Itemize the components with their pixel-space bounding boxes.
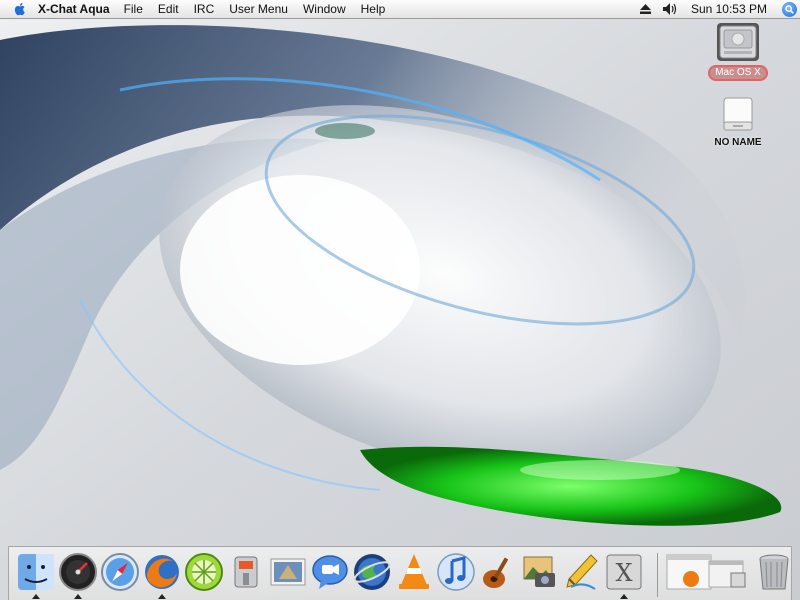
desktop-icon-no-name[interactable]: NO NAME [698,96,778,150]
dock-separator [657,553,658,597]
dock: X [8,546,792,600]
desktop-wallpaper [0,0,800,600]
firefox-icon [145,555,179,589]
menubar-clock[interactable]: Sun 10:53 PM [691,2,767,16]
menu-edit[interactable]: Edit [158,2,179,16]
trash-icon [759,554,789,590]
menu-help[interactable]: Help [361,2,386,16]
ichat-icon [312,555,348,589]
spotlight-icon[interactable] [782,1,797,17]
apple-menu-icon[interactable] [12,1,28,17]
dock-item-minimized-window[interactable] [665,551,751,593]
pen-tool-icon [566,554,598,590]
dock-item-utility[interactable] [225,551,267,593]
finder-icon [18,554,54,590]
menu-irc[interactable]: IRC [194,2,215,16]
dock-item-finder[interactable] [15,551,57,599]
menu-bar: X-Chat Aqua File Edit IRC User Menu Wind… [0,0,800,19]
eject-icon[interactable] [639,4,651,14]
xchat-icon: X [606,554,642,590]
running-indicator [32,594,40,599]
dock-item-trash[interactable] [753,551,795,593]
dock-item-mail[interactable] [267,551,309,593]
itunes-icon [437,553,475,591]
dock-item-safari[interactable] [99,551,141,593]
removable-volume-icon [723,97,753,131]
safari-icon [101,553,139,591]
hard-drive-icon [717,23,759,61]
dock-item-limewire[interactable] [183,551,225,593]
limewire-icon [185,553,223,591]
google-earth-icon [353,554,391,590]
utility-tool-icon [234,556,258,588]
dashboard-icon [59,553,97,591]
desktop-icon-label: Mac OS X [708,65,768,81]
dock-item-dashboard[interactable] [57,551,99,599]
garageband-icon [483,557,509,588]
menu-window[interactable]: Window [303,2,346,16]
dock-item-ichat[interactable] [309,551,351,593]
app-menu[interactable]: X-Chat Aqua [38,2,110,16]
running-indicator [620,594,628,599]
iphoto-icon [523,556,555,587]
dock-item-pen-tool[interactable] [561,551,603,593]
mail-icon [270,558,306,586]
dock-item-google-earth[interactable] [351,551,393,593]
dock-item-firefox[interactable] [141,551,183,599]
desktop-icon-label: NO NAME [714,137,762,148]
dock-item-vlc[interactable] [393,551,435,593]
svg-text:X: X [615,559,632,587]
running-indicator [74,594,82,599]
menu-file[interactable]: File [124,2,143,16]
running-indicator [158,594,166,599]
desktop-icon-mac-os-x[interactable]: Mac OS X [698,22,778,81]
volume-icon[interactable] [662,3,677,15]
menu-extras: Sun 10:53 PM [639,1,800,17]
menu-user-menu[interactable]: User Menu [229,2,288,16]
dock-item-itunes[interactable] [435,551,477,593]
dock-item-iphoto[interactable] [519,551,561,593]
minimized-window-icon [666,554,746,590]
vlc-icon [399,554,429,589]
dock-item-garageband[interactable] [477,551,519,593]
dock-item-xchat[interactable]: X [603,551,645,599]
